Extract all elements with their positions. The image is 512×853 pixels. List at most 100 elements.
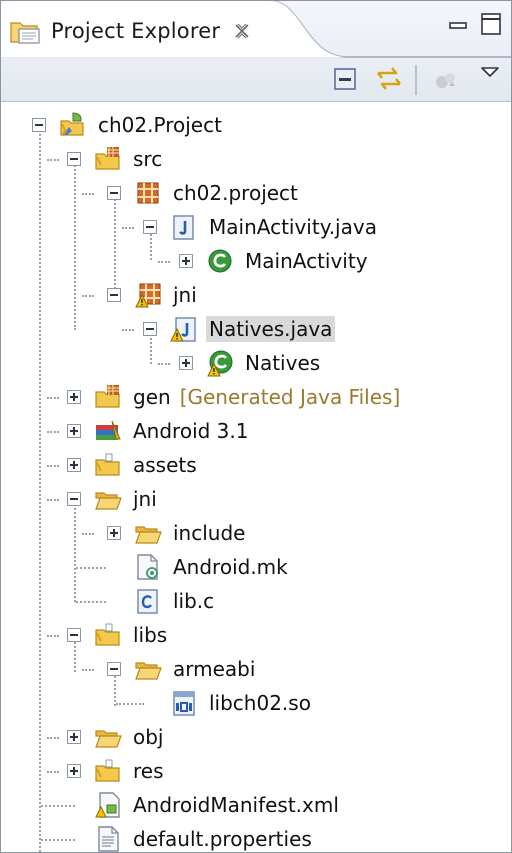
tree-guide	[76, 601, 106, 603]
collapse-toggle[interactable]	[67, 628, 81, 642]
tree-item-jni-folder[interactable]: jni	[94, 482, 160, 516]
project-explorer-icon	[10, 22, 40, 44]
tree-item-label: Android.mk	[173, 555, 288, 579]
tree-item-ch02-project[interactable]: ch02.Project	[59, 108, 225, 142]
generated-folder-icon	[95, 385, 120, 408]
collapse-toggle[interactable]	[67, 492, 81, 506]
tree-guide	[47, 499, 59, 501]
view-header: Project Explorer	[1, 1, 511, 102]
tree-item-label: obj	[133, 725, 164, 749]
tree-item-label: Natives.java	[206, 316, 336, 342]
expand-toggle[interactable]	[67, 730, 81, 744]
properties-file-icon	[98, 826, 119, 852]
tree-guide	[158, 363, 170, 365]
java-file-warning-icon	[170, 317, 196, 342]
minimize-icon[interactable]	[447, 15, 469, 37]
tree-item-mainactivity-java[interactable]: MainActivity.java	[170, 210, 380, 244]
makefile-icon	[137, 554, 158, 580]
tree-item-label: Natives	[245, 351, 321, 375]
collapse-toggle[interactable]	[107, 186, 121, 200]
tree-guide	[150, 334, 152, 364]
tree-guide	[82, 669, 94, 671]
link-with-editor-icon[interactable]	[373, 63, 405, 95]
tree-item-label: MainActivity.java	[209, 215, 377, 239]
tree-item-label: libs	[133, 623, 168, 647]
open-folder-icon	[135, 526, 162, 544]
tree-guide	[47, 465, 59, 467]
tree-item-label: default.properties	[133, 827, 312, 851]
tree-guide	[47, 431, 59, 433]
library-icon	[96, 420, 121, 440]
expand-toggle[interactable]	[67, 458, 81, 472]
tree-guide	[76, 567, 106, 569]
tree-item-natives-java[interactable]: Natives.java	[170, 312, 336, 346]
tree-item-armeabi[interactable]: armeabi	[134, 652, 258, 686]
open-folder-icon	[135, 662, 162, 680]
collapse-toggle[interactable]	[67, 152, 81, 166]
view-menu-icon[interactable]	[479, 63, 501, 81]
tree-guide	[122, 227, 134, 229]
maximize-icon[interactable]	[479, 11, 503, 37]
tree-guide	[47, 635, 59, 637]
java-file-icon	[173, 215, 194, 240]
tree-item-androidmanifest-xml[interactable]: AndroidManifest.xml	[94, 788, 342, 822]
collapse-toggle[interactable]	[107, 288, 121, 302]
folder-icon	[95, 623, 120, 646]
tree-item-mainactivity-class[interactable]: MainActivity	[206, 244, 371, 278]
tree-item-libch02-so[interactable]: libch02.so	[170, 686, 314, 720]
tree-guide	[47, 159, 59, 161]
tree-item-package-jni[interactable]: jni	[134, 278, 200, 312]
tab-project-explorer[interactable]: Project Explorer	[9, 13, 252, 49]
collapse-toggle[interactable]	[107, 662, 121, 676]
collapse-toggle[interactable]	[32, 118, 46, 132]
project-tree[interactable]: ch02.Project src ch02.project MainActivi…	[1, 102, 511, 852]
expand-toggle[interactable]	[67, 424, 81, 438]
tree-item-src[interactable]: src	[94, 142, 165, 176]
tree-item-natives-class[interactable]: Natives	[206, 346, 323, 380]
tree-item-label: ch02.Project	[98, 113, 222, 137]
tree-item-android-mk[interactable]: Android.mk	[134, 550, 291, 584]
tree-guide	[122, 329, 134, 331]
expand-toggle[interactable]	[179, 356, 193, 370]
expand-toggle[interactable]	[67, 390, 81, 404]
collapse-toggle[interactable]	[143, 322, 157, 336]
tree-item-label: assets	[133, 453, 197, 477]
tree-guide	[47, 397, 59, 399]
tree-guide	[116, 703, 144, 705]
expand-toggle[interactable]	[107, 526, 121, 540]
collapse-all-icon[interactable]	[331, 65, 359, 93]
tree-item-libs[interactable]: libs	[94, 618, 170, 652]
collapse-toggle[interactable]	[143, 220, 157, 234]
tree-item-assets[interactable]: assets	[94, 448, 200, 482]
tree-guide	[47, 771, 59, 773]
tree-guide	[39, 126, 41, 852]
tree-item-label: Android 3.1	[133, 419, 249, 443]
tree-item-label: ch02.project	[173, 181, 298, 205]
expand-toggle[interactable]	[179, 254, 193, 268]
tree-item-android-library[interactable]: Android 3.1	[94, 414, 252, 448]
open-folder-icon	[95, 730, 122, 748]
tree-item-label: libch02.so	[209, 691, 311, 715]
tree-item-obj[interactable]: obj	[94, 720, 167, 754]
tree-item-include[interactable]: include	[134, 516, 248, 550]
tree-item-package-ch02-project[interactable]: ch02.project	[134, 176, 301, 210]
tree-item-res[interactable]: res	[94, 754, 167, 788]
c-file-icon	[137, 589, 158, 614]
tree-guide	[47, 737, 59, 739]
tree-guide	[158, 261, 170, 263]
tree-item-default-properties[interactable]: default.properties	[94, 822, 315, 852]
expand-toggle[interactable]	[67, 764, 81, 778]
tree-guide	[114, 676, 116, 706]
class-warning-icon	[207, 350, 233, 377]
tree-item-label: jni	[173, 283, 197, 307]
tree-item-lib-c[interactable]: lib.c	[134, 584, 217, 618]
tree-guide	[114, 196, 116, 296]
tree-guide	[41, 805, 75, 807]
tree-guide	[150, 230, 152, 260]
close-icon[interactable]	[232, 21, 252, 41]
tree-item-gen[interactable]: gen [Generated Java Files]	[94, 380, 400, 414]
focus-task-icon[interactable]	[431, 67, 459, 95]
tree-item-label: armeabi	[173, 657, 256, 681]
tree-item-label: MainActivity	[245, 249, 368, 273]
tree-guide	[82, 193, 94, 195]
